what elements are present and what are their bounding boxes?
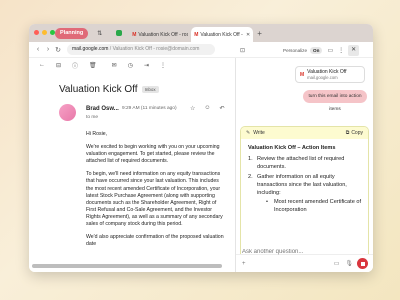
url-host: mail.google.com <box>72 46 109 52</box>
window-controls <box>34 30 55 35</box>
emoji-icon[interactable]: ☺ <box>204 105 210 112</box>
email-paragraph: To begin, we'll need information on any … <box>86 171 223 228</box>
user-message: turn this email into action items <box>303 90 367 112</box>
tab-bar: Planning ⇅ M Valuation Kick Off - rosi M… <box>29 24 373 42</box>
sender-name[interactable]: Brad Osw... <box>86 106 119 112</box>
copy-icon: ⧉ <box>345 130 350 136</box>
sender-row: Brad Osw... 9:29 AM (11 minutes ago) to … <box>29 103 235 125</box>
pinned-tab[interactable]: ⇅ <box>91 27 108 40</box>
scrollbar-thumb[interactable] <box>32 264 222 268</box>
page-context-text: Valuation Kick Off mail.google.com <box>307 69 346 80</box>
copy-button[interactable]: ⧉ Copy <box>346 130 363 136</box>
url-field[interactable]: mail.google.com / Valuation Kick Off - r… <box>67 44 215 55</box>
email-paragraph: We're excited to begin working with you … <box>86 144 220 165</box>
more-options-icon[interactable]: ⋮ <box>160 62 166 69</box>
chat-input-area: + ▭ 🎙︎ <box>236 247 373 272</box>
gmail-icon: M <box>300 71 305 78</box>
reload-icon[interactable]: ↻ <box>53 46 63 54</box>
page-context-card[interactable]: M Valuation Kick Off mail.google.com <box>295 66 365 83</box>
archive-icon[interactable]: ⊟ <box>56 62 61 69</box>
email-timestamp: 9:29 AM (11 minutes ago) <box>122 106 177 111</box>
image-icon[interactable]: ▭ <box>334 260 340 267</box>
sidebar-toggle-icon[interactable]: ⊡ <box>240 47 245 54</box>
assistant-panel: M Valuation Kick Off mail.google.com tur… <box>236 58 373 272</box>
ask-input[interactable] <box>242 247 352 257</box>
response-body: Valuation Kick Off – Action Items 1. Rev… <box>241 139 368 214</box>
action-item-list: 1. Review the attached list of required … <box>248 155 362 214</box>
page-context-url: mail.google.com <box>307 75 338 80</box>
mark-unread-icon[interactable]: ✉︎ <box>112 62 117 69</box>
email-subject: Valuation Kick Off <box>59 84 138 95</box>
pinned-tab-green[interactable] <box>110 27 127 40</box>
report-spam-icon[interactable]: ⓘ <box>72 61 78 70</box>
app-icon <box>115 30 122 36</box>
close-window-button[interactable] <box>34 30 39 35</box>
tab-valuation-2[interactable]: M Valuation Kick Off - rosie ✕ <box>191 27 254 42</box>
gmail-icon: M <box>194 31 199 38</box>
url-path: / Valuation Kick Off - rosie@domain.com <box>108 46 200 52</box>
tab-label: Valuation Kick Off - rosi <box>138 31 189 38</box>
list-number: 2. <box>248 174 253 180</box>
reply-icon[interactable]: ↶ <box>220 105 225 112</box>
personalize-toggle[interactable]: On <box>310 46 323 54</box>
move-to-icon[interactable]: ⇥ <box>144 62 149 69</box>
minimize-window-button[interactable] <box>42 30 47 35</box>
back-icon[interactable]: ‹ <box>33 46 43 53</box>
gmail-icon: M <box>132 31 137 38</box>
tab-group-chip[interactable]: Planning <box>55 27 89 39</box>
personalize-label: Personalize <box>283 47 308 53</box>
address-bar: ‹ › ↻ mail.google.com / Valuation Kick O… <box>29 42 373 58</box>
response-header: ✎ Write ⧉ Copy <box>241 127 368 139</box>
tab-icon: ⇅ <box>97 30 103 37</box>
avatar <box>59 104 76 121</box>
list-item: 2. Gather information on all equity tran… <box>248 173 362 197</box>
list-item-text: Review the attached list of required doc… <box>257 156 345 170</box>
browser-window: Planning ⇅ M Valuation Kick Off - rosi M… <box>29 24 373 272</box>
assistant-header: ⊡ Personalize On ▭ ⋮ ✕ <box>236 42 373 58</box>
input-toolbar: + ▭ 🎙︎ <box>242 258 368 269</box>
email-body: Hi Rosie, We're excited to begin working… <box>29 131 235 248</box>
horizontal-scrollbar[interactable] <box>32 264 235 268</box>
forward-icon[interactable]: › <box>43 46 53 53</box>
list-item-text: Most recent amended Certificate of Incor… <box>274 199 362 213</box>
more-icon[interactable]: ⋮ <box>338 47 344 54</box>
copy-label: Copy <box>351 130 363 136</box>
mic-icon[interactable]: 🎙︎ <box>345 260 353 267</box>
write-mode-label: Write <box>253 130 265 136</box>
gmail-pane: ← ⊟ ⓘ 🗑︎ ✉︎ ◷ ⇥ ⋮ Valuation Kick Off Inb… <box>29 58 236 272</box>
list-sub-item: • Most recent amended Certificate of Inc… <box>266 198 362 214</box>
layout-icon[interactable]: ▭ <box>327 47 333 54</box>
maximize-window-button[interactable] <box>50 30 55 35</box>
close-panel-icon[interactable]: ✕ <box>348 44 360 56</box>
stop-icon <box>360 261 365 266</box>
tab-valuation-1[interactable]: M Valuation Kick Off - rosi <box>129 27 191 42</box>
stop-button[interactable] <box>357 258 368 269</box>
list-item-text: Gather information on all equity transac… <box>257 174 347 196</box>
list-item: 1. Review the attached list of required … <box>248 155 362 171</box>
message-actions: ☆ ☺ ↶ ⋮ <box>190 105 235 112</box>
tab-label: Valuation Kick Off - rosie <box>200 31 244 38</box>
response-title: Valuation Kick Off – Action Items <box>248 145 336 151</box>
list-bullet: • <box>266 199 268 205</box>
list-number: 1. <box>248 156 253 162</box>
inbox-label-chip[interactable]: Inbox <box>141 86 159 93</box>
delete-icon[interactable]: 🗑︎ <box>89 62 97 69</box>
back-to-inbox-icon[interactable]: ← <box>39 62 45 68</box>
close-tab-icon[interactable]: ✕ <box>244 32 250 38</box>
gmail-toolbar: ← ⊟ ⓘ 🗑︎ ✉︎ ◷ ⇥ ⋮ <box>29 58 235 72</box>
recipient-line[interactable]: to me <box>86 115 98 120</box>
email-subject-row: Valuation Kick Off Inbox <box>29 84 235 95</box>
email-greeting: Hi Rosie, <box>86 131 108 137</box>
new-tab-button[interactable]: + <box>257 29 262 38</box>
add-icon[interactable]: + <box>242 261 246 267</box>
snooze-icon[interactable]: ◷ <box>128 62 133 69</box>
star-icon[interactable]: ☆ <box>190 105 195 112</box>
email-paragraph: We'd also appreciate confirmation of the… <box>86 234 224 248</box>
edit-icon: ✎ <box>246 130 251 136</box>
